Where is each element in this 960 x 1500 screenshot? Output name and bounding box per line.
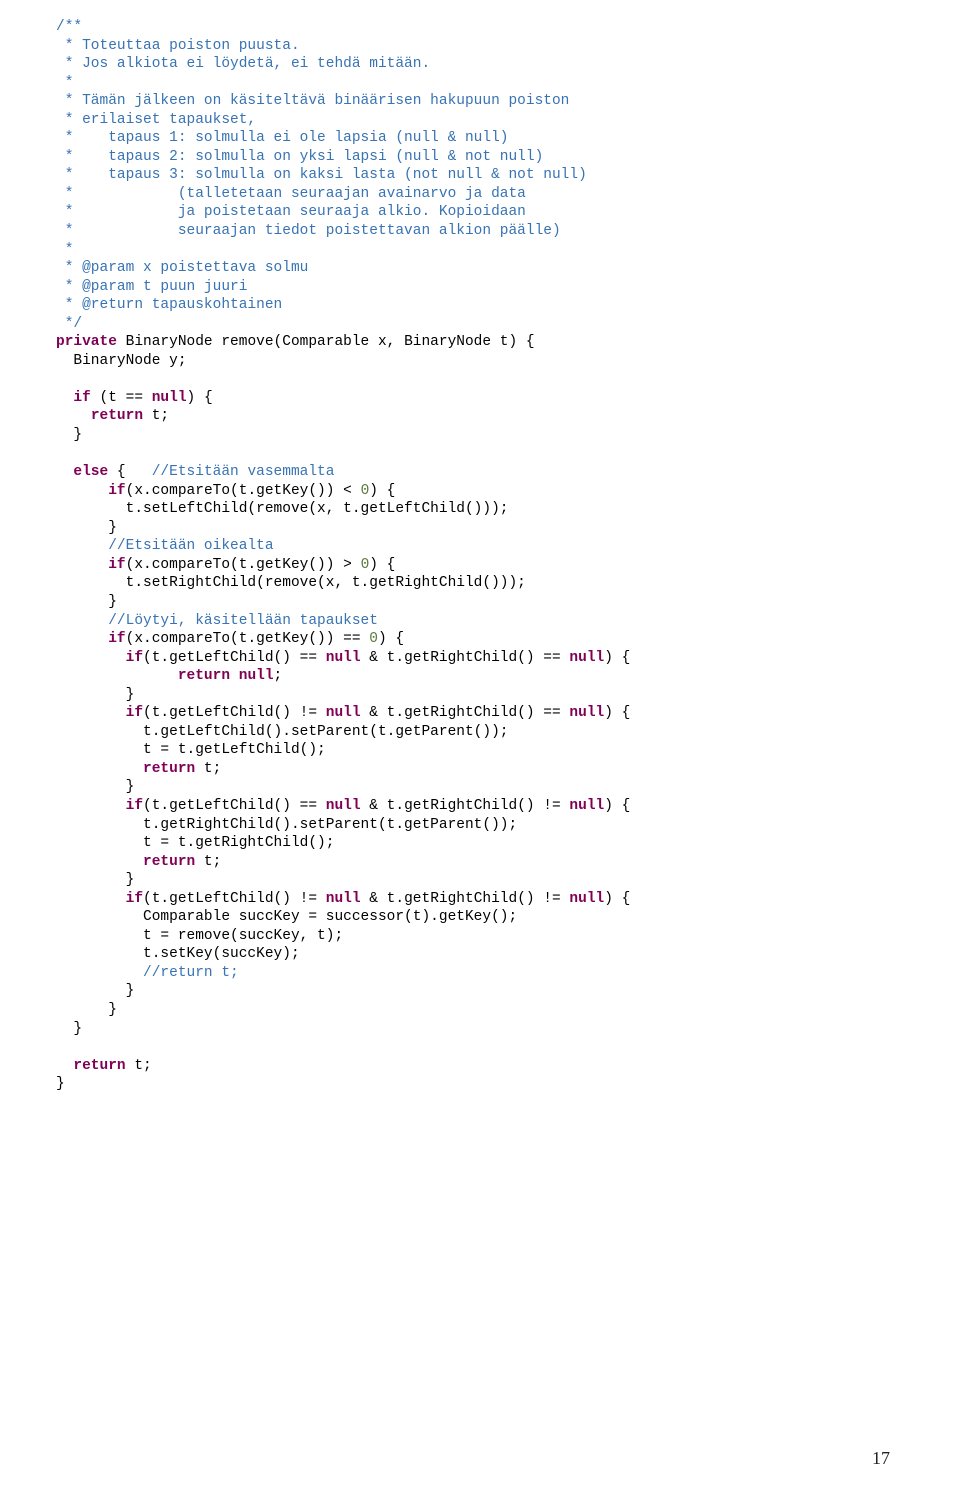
keyword-if: if [126,891,143,907]
keyword-if: if [73,390,90,406]
literal-zero: 0 [361,483,370,499]
keyword-return: return [91,408,143,424]
comment-return: //return t; [143,965,239,981]
keyword-private: private [56,334,117,350]
keyword-null: null [326,650,361,666]
keyword-else: else [73,464,108,480]
code-block: /** * Toteuttaa poiston puusta. * Jos al… [56,18,920,1094]
keyword-null: null [569,650,604,666]
literal-zero: 0 [369,631,378,647]
keyword-return-null: return null [178,668,274,684]
keyword-if: if [126,650,143,666]
keyword-null: null [326,891,361,907]
comment-search-left: //Etsitään vasemmalta [152,464,335,480]
keyword-if: if [108,631,125,647]
keyword-if: if [126,798,143,814]
literal-zero: 0 [361,557,370,573]
keyword-return: return [73,1058,125,1074]
keyword-if: if [108,483,125,499]
keyword-if: if [126,705,143,721]
keyword-return: return [143,854,195,870]
document-page: /** * Toteuttaa poiston puusta. * Jos al… [0,0,960,1500]
comment-found: //Löytyi, käsitellään tapaukset [108,613,378,629]
keyword-null: null [152,390,187,406]
keyword-return: return [143,761,195,777]
keyword-null: null [569,705,604,721]
javadoc-comment: /** * Toteuttaa poiston puusta. * Jos al… [56,19,587,332]
keyword-null: null [326,705,361,721]
keyword-null: null [326,798,361,814]
keyword-null: null [569,798,604,814]
comment-search-right: //Etsitään oikealta [108,538,273,554]
keyword-if: if [108,557,125,573]
keyword-null: null [569,891,604,907]
page-number: 17 [872,1447,890,1470]
